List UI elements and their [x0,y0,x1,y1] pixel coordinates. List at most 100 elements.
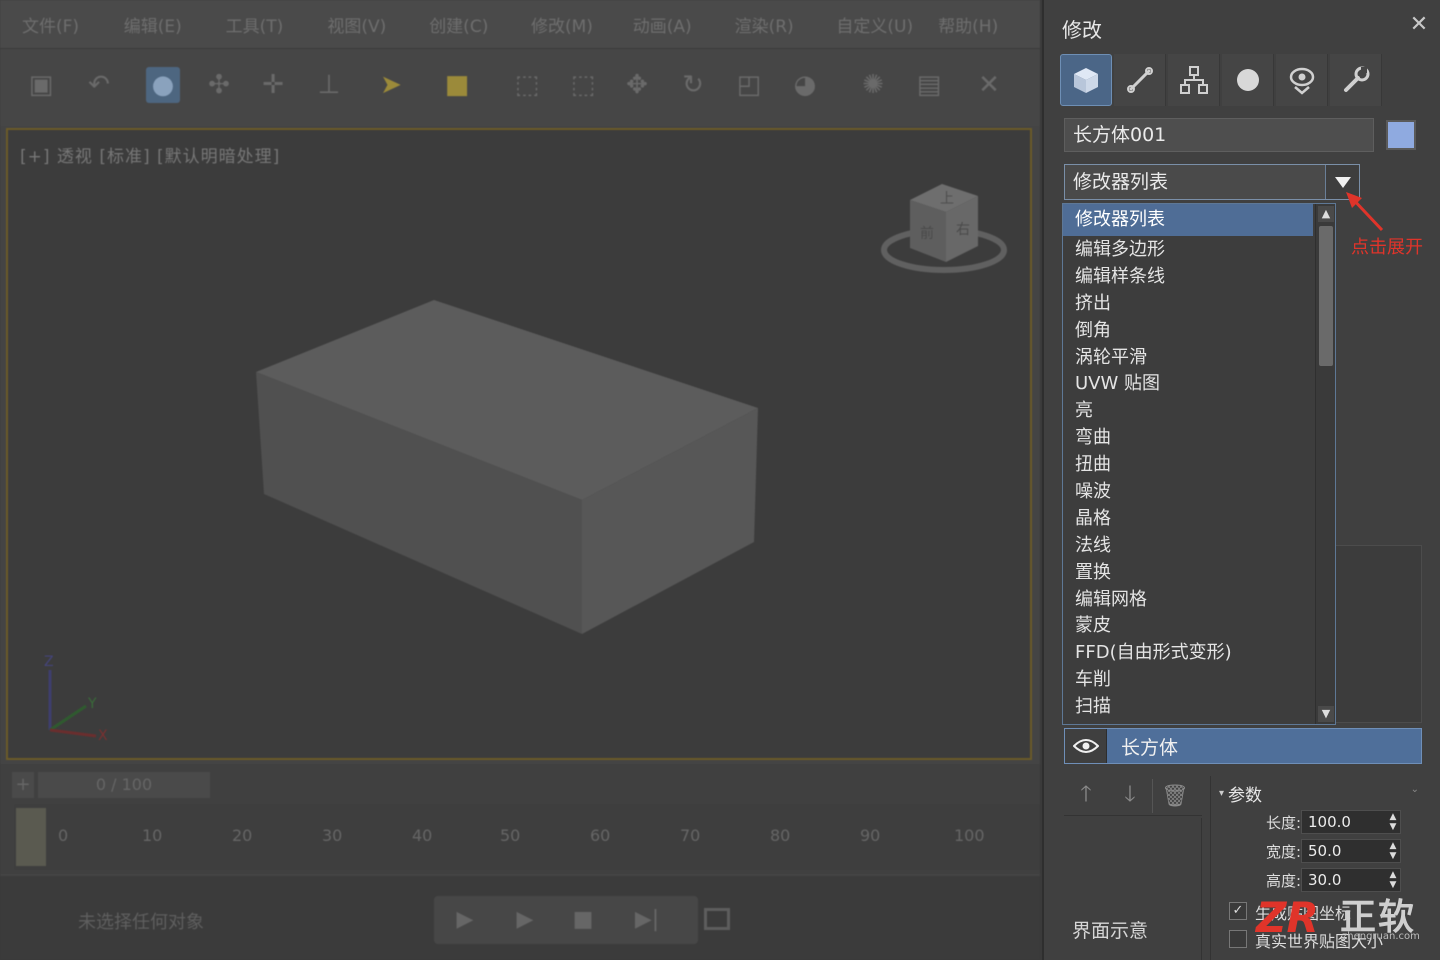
move-up-icon[interactable]: 🡑 [1064,776,1108,816]
play-back-icon[interactable]: ▶ [448,904,482,936]
dropdown-item[interactable]: 亮 [1063,397,1313,424]
layer-icon[interactable]: ▤ [912,67,946,103]
viewcube[interactable]: 上 前 右 [880,170,1010,280]
dropdown-scrollbar[interactable]: ▲ ▼ [1315,204,1335,724]
width-spinner[interactable]: ▲ ▼ [1387,841,1399,861]
watermark-logo-text: ZR [1254,893,1319,942]
anchor-icon[interactable]: ⊥ [312,67,346,103]
rotate-icon[interactable]: ↻ [676,67,710,103]
dropdown-item[interactable]: 编辑多边形 [1063,236,1313,263]
width-row: 宽度: 50.0 ▲ ▼ [1211,839,1423,863]
time-slider-handle[interactable] [16,808,46,866]
scroll-up-icon[interactable]: ▲ [1318,206,1334,222]
window-icon[interactable] [704,908,730,930]
dropdown-item[interactable]: 法线 [1063,532,1313,559]
length-input[interactable]: 100.0 [1301,810,1401,834]
real-world-checkbox[interactable] [1229,930,1247,948]
move-icon[interactable]: ✛ [256,67,290,103]
annotation-arrow-icon [1346,192,1384,232]
select-region-icon[interactable]: ■ [440,67,474,103]
menu-render[interactable]: 渲染(R) [735,12,837,37]
dropdown-item[interactable]: 噪波 [1063,478,1313,505]
dropdown-item[interactable]: UVW 贴图 [1063,370,1313,397]
dropdown-item[interactable]: 弯曲 [1063,424,1313,451]
status-bar: 未选择任何对象 ▶ ▶ ■ ▶| [0,876,1040,960]
pie-icon[interactable]: ◕ [788,67,822,103]
select-move-icon[interactable]: ✥ [620,67,654,103]
menu-file[interactable]: 文件(F) [22,12,124,37]
move-down-icon[interactable]: 🡓 [1108,776,1152,816]
stop-icon[interactable]: ■ [566,904,600,936]
link-icon[interactable]: ✣ [202,67,236,103]
scale-icon[interactable]: ◰ [732,67,766,103]
box-object[interactable] [248,290,768,650]
tab-motion[interactable] [1222,54,1274,106]
dropdown-item[interactable]: 涡轮平滑 [1063,344,1313,371]
undo-icon[interactable]: ↶ [82,67,116,103]
modifier-list-select[interactable]: 修改器列表 [1064,164,1360,200]
close-icon[interactable]: ✕ [1406,12,1432,38]
object-name-field[interactable]: 长方体001 [1064,118,1374,152]
menu-customize[interactable]: 自定义(U) [836,12,938,37]
timeline-plus-button[interactable]: + [12,772,34,798]
trash-icon[interactable]: 🗑 [1153,776,1197,816]
eye-icon[interactable] [1065,729,1107,763]
dropdown-item[interactable]: 晶格 [1063,505,1313,532]
viewport-label[interactable]: [+] 透视 [标准] [默认明暗处理] [20,142,280,167]
dropdown-item[interactable]: 扭曲 [1063,451,1313,478]
menu-modify[interactable]: 修改(M) [531,12,633,37]
select-object-icon[interactable]: ▣ [24,67,58,103]
gen-mapping-checkbox[interactable]: ✓ [1229,902,1247,920]
width-input[interactable]: 50.0 [1301,839,1401,863]
axis-x-label: X [98,728,108,740]
timeline-tick: 60 [590,826,611,845]
length-spinner[interactable]: ▲ ▼ [1387,812,1399,832]
teapot-icon[interactable]: ● [146,67,180,103]
modifier-dropdown-list[interactable]: 修改器列表 编辑多边形 编辑样条线 挤出 倒角 涡轮平滑 UVW 贴图 亮 弯曲… [1062,203,1336,725]
tab-modify[interactable] [1114,54,1166,106]
mirror-icon[interactable]: ✕ [972,67,1006,103]
tab-utilities[interactable] [1330,54,1382,106]
dropdown-item[interactable]: 扫描 [1063,693,1313,720]
snap-icon[interactable]: ✺ [856,67,890,103]
command-tabs [1060,54,1406,106]
dropdown-item[interactable]: 倒角 [1063,317,1313,344]
scroll-down-icon[interactable]: ▼ [1318,706,1334,722]
tab-create[interactable] [1060,54,1112,106]
object-color-swatch[interactable] [1386,120,1416,150]
dropdown-item[interactable]: 挤出 [1063,290,1313,317]
scroll-thumb[interactable] [1319,226,1333,366]
dropdown-item[interactable]: FFD(自由形式变形) [1063,639,1313,666]
axis-y-label: Y [87,696,97,712]
select-arrow-icon[interactable]: ➤ [374,67,408,103]
dropdown-item[interactable]: 蒙皮 [1063,612,1313,639]
menu-animation[interactable]: 动画(A) [633,12,735,37]
dropdown-item[interactable]: 编辑样条线 [1063,263,1313,290]
timeline-ruler[interactable]: 0 10 20 30 40 50 60 70 80 90 100 [14,804,1040,870]
menu-tools[interactable]: 工具(T) [226,12,328,37]
dropdown-item[interactable]: 置换 [1063,559,1313,586]
interface-caption: 界面示意 [1072,920,1149,942]
menu-edit[interactable]: 编辑(E) [124,12,226,37]
timeline-tick: 90 [860,826,881,845]
time-slider-counter[interactable]: 0 / 100 [38,772,210,798]
parameters-header[interactable]: ▾ 参数 ⌄ [1219,780,1419,806]
watermark-url: zhengruan.com [1342,931,1420,942]
dropdown-item[interactable]: 编辑网格 [1063,586,1313,613]
menu-create[interactable]: 创建(C) [429,12,531,37]
stack-item-box[interactable]: 长方体 [1064,728,1422,764]
menu-view[interactable]: 视图(V) [327,12,429,37]
menu-bar: 文件(F) 编辑(E) 工具(T) 视图(V) 创建(C) 修改(M) 动画(A… [0,0,1040,48]
play-icon[interactable]: ▶ [508,904,542,936]
rect-select-icon[interactable]: ⬚ [510,67,544,103]
perspective-viewport[interactable]: [+] 透视 [标准] [默认明暗处理] 上 前 右 Z Y X [6,128,1032,760]
dropdown-item[interactable]: 车削 [1063,666,1313,693]
window-select-icon[interactable]: ⬚ [566,67,600,103]
menu-help[interactable]: 帮助(H) [938,12,1040,37]
tab-display[interactable] [1276,54,1328,106]
tab-hierarchy[interactable] [1168,54,1220,106]
height-spinner[interactable]: ▲ ▼ [1387,870,1399,890]
stack-item-label: 长方体 [1121,736,1179,759]
next-frame-icon[interactable]: ▶| [630,904,664,936]
dropdown-item-modifier-list[interactable]: 修改器列表 [1063,204,1313,236]
